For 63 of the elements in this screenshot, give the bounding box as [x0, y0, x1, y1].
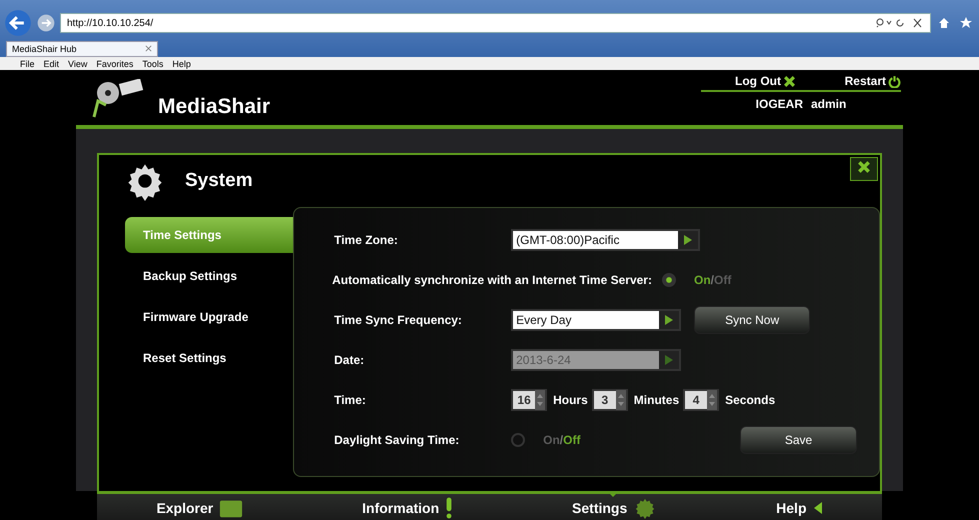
power-icon: [888, 74, 901, 88]
sidebar-item[interactable]: Backup Settings: [125, 258, 294, 294]
forward-icon[interactable]: [36, 13, 56, 34]
address-bar[interactable]: http://10.10.10.254/: [60, 13, 931, 34]
menu-item[interactable]: Edit: [44, 58, 60, 69]
restart-button[interactable]: Restart: [844, 74, 901, 88]
sidebar-item[interactable]: Firmware Upgrade: [125, 299, 294, 335]
radio-button[interactable]: [511, 433, 526, 447]
frequency-dropdown[interactable]: Every Day: [511, 309, 682, 331]
nav-item[interactable]: Explorer: [156, 494, 244, 520]
logo-text: MediaShair: [158, 95, 270, 119]
nav-item[interactable]: Information: [362, 494, 454, 520]
up-down-arrows-icon[interactable]: [707, 390, 718, 410]
menu-item[interactable]: File: [20, 58, 35, 69]
menu-item[interactable]: View: [68, 58, 88, 69]
unit-label: Seconds: [725, 393, 776, 407]
number-spinner[interactable]: 4: [683, 389, 720, 411]
sidebar-item[interactable]: Reset Settings: [125, 340, 294, 376]
star-icon[interactable]: [960, 17, 972, 30]
field-label: Time Zone:: [334, 233, 399, 247]
up-down-arrows-icon[interactable]: [535, 390, 546, 410]
nav-item[interactable]: Help: [776, 494, 822, 520]
close-icon: [782, 74, 796, 88]
org-name: IOGEAR: [756, 97, 803, 111]
user-name: admin: [811, 97, 846, 111]
nav-item[interactable]: Settings: [572, 494, 658, 520]
close-button[interactable]: [850, 157, 878, 181]
menu-item[interactable]: Favorites: [96, 58, 134, 69]
field-label: Date:: [334, 353, 366, 367]
menu-item[interactable]: Tools: [142, 58, 164, 69]
field-label: Time:: [334, 393, 367, 407]
field-label: Daylight Saving Time:: [334, 433, 460, 447]
search-refresh-close-icon[interactable]: [876, 18, 924, 28]
separator: /: [560, 433, 564, 447]
right-arrow-icon: [665, 355, 674, 365]
field-label: Automatically synchronize with an Internet Time Server:: [332, 273, 652, 287]
time-zone-dropdown[interactable]: (GMT-08:00)Pacific: [511, 229, 700, 251]
number-spinner[interactable]: 16: [511, 389, 548, 411]
on-label: On: [543, 433, 560, 447]
off-label: Off: [714, 273, 732, 287]
right-arrow-icon: [684, 235, 692, 245]
left-arrow-icon: [812, 500, 822, 514]
exclamation-icon: [445, 496, 454, 518]
browser-tab[interactable]: MediaShair Hub: [6, 40, 158, 58]
off-label: Off: [563, 433, 580, 447]
field-label: Time Sync Frequency:: [334, 313, 463, 327]
home-icon[interactable]: [938, 17, 950, 30]
up-down-arrows-icon[interactable]: [616, 390, 626, 410]
right-arrow-icon: [665, 315, 674, 325]
close-icon: [857, 160, 871, 174]
close-icon[interactable]: [145, 45, 152, 52]
logout-button[interactable]: Log Out: [735, 74, 796, 88]
separator: /: [710, 273, 714, 287]
menu-item[interactable]: Help: [172, 58, 191, 69]
radio-button[interactable]: [662, 273, 676, 287]
unit-label: Minutes: [634, 393, 680, 407]
on-label: On: [694, 273, 711, 287]
dialog-title: System: [185, 170, 253, 192]
save-button[interactable]: Save: [740, 426, 857, 454]
sync-now-button[interactable]: Sync Now: [694, 306, 810, 334]
number-spinner[interactable]: 3: [592, 389, 628, 411]
back-icon[interactable]: [4, 9, 32, 38]
unit-label: Hours: [553, 393, 588, 407]
